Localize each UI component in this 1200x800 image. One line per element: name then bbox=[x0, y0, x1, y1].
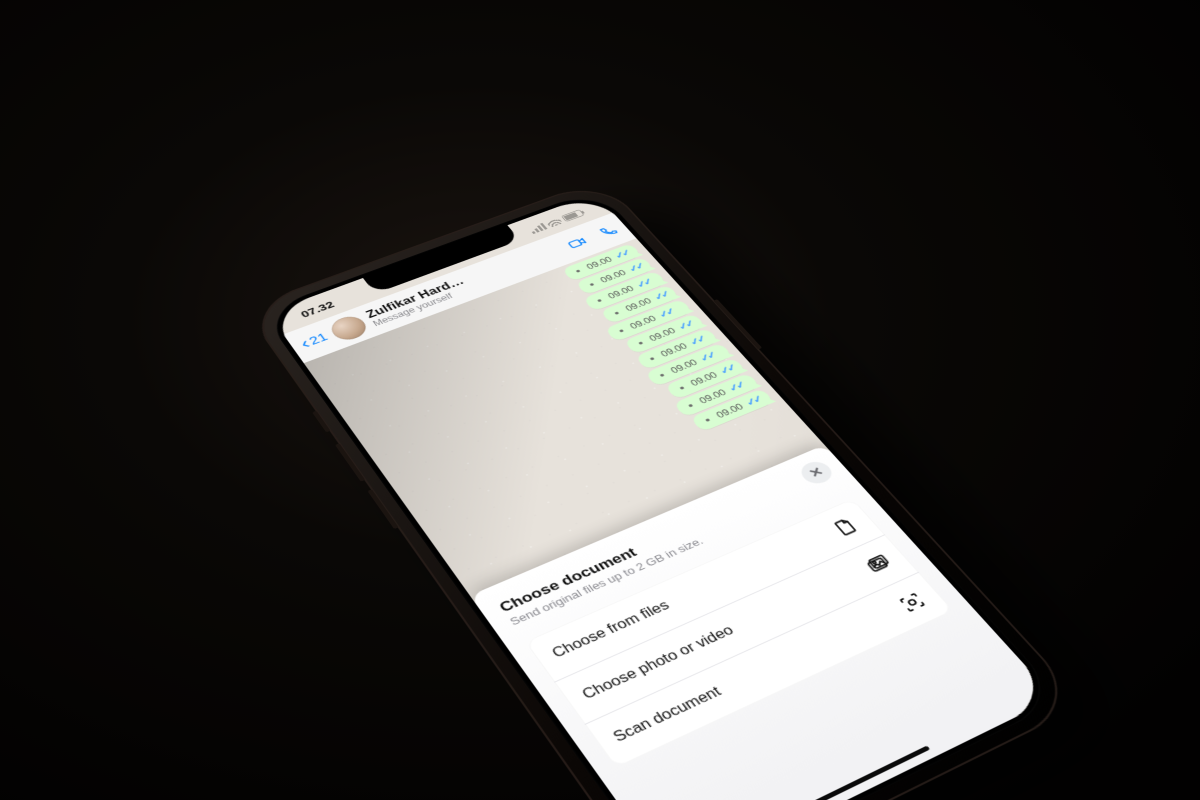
phone-frame: 07.32 ‹ 21 Zulfikar Hard… Message yourse… bbox=[260, 189, 1064, 800]
bullet-icon bbox=[597, 299, 602, 302]
video-call-icon[interactable] bbox=[564, 234, 591, 251]
voice-call-icon[interactable] bbox=[595, 223, 622, 240]
bullet-icon bbox=[688, 404, 693, 408]
read-receipt-icon: ✓✓ bbox=[687, 334, 708, 348]
cellular-icon bbox=[528, 223, 547, 234]
home-indicator[interactable] bbox=[797, 745, 930, 800]
option-label: Choose from files bbox=[550, 525, 840, 661]
read-receipt-icon: ✓✓ bbox=[626, 261, 646, 274]
read-receipt-icon: ✓✓ bbox=[697, 350, 718, 364]
bullet-icon bbox=[614, 311, 619, 314]
read-receipt-icon: ✓✓ bbox=[651, 289, 671, 302]
option-label: Choose photo or video bbox=[580, 563, 873, 703]
close-icon: ✕ bbox=[805, 464, 827, 481]
bullet-icon bbox=[589, 283, 594, 286]
read-receipt-icon: ✓✓ bbox=[634, 277, 654, 290]
option-label: Scan document bbox=[611, 601, 908, 746]
scan-document-option[interactable]: Scan document bbox=[585, 572, 954, 768]
sheet-options: Choose from files Choose photo or video bbox=[525, 499, 953, 768]
scan-icon bbox=[895, 589, 930, 615]
bullet-icon bbox=[650, 357, 655, 361]
message-timestamp: 09.00 bbox=[714, 402, 746, 420]
photo-icon bbox=[861, 551, 896, 576]
bullet-icon bbox=[638, 341, 643, 344]
bullet-icon bbox=[576, 269, 581, 272]
read-receipt-icon: ✓✓ bbox=[717, 363, 738, 377]
document-icon bbox=[828, 515, 862, 539]
bullet-icon bbox=[619, 329, 624, 332]
bullet-icon bbox=[705, 418, 710, 422]
bullet-icon bbox=[679, 386, 684, 390]
back-button[interactable]: ‹ 21 bbox=[297, 330, 331, 352]
bullet-icon bbox=[660, 373, 665, 377]
battery-icon bbox=[561, 209, 585, 222]
read-receipt-icon: ✓✓ bbox=[743, 394, 764, 409]
read-receipt-icon: ✓✓ bbox=[612, 248, 632, 261]
sheet-subtitle: Send original files up to 2 GB in size. bbox=[507, 477, 841, 628]
read-receipt-icon: ✓✓ bbox=[656, 307, 676, 320]
avatar[interactable] bbox=[326, 313, 371, 344]
choose-from-files-option[interactable]: Choose from files bbox=[525, 499, 885, 682]
read-receipt-icon: ✓✓ bbox=[726, 380, 747, 394]
read-receipt-icon: ✓✓ bbox=[675, 319, 695, 333]
chat-area[interactable]: 09.00✓✓09.00✓✓09.00✓✓09.00✓✓09.00✓✓09.00… bbox=[304, 238, 1055, 800]
wifi-icon bbox=[545, 217, 563, 227]
